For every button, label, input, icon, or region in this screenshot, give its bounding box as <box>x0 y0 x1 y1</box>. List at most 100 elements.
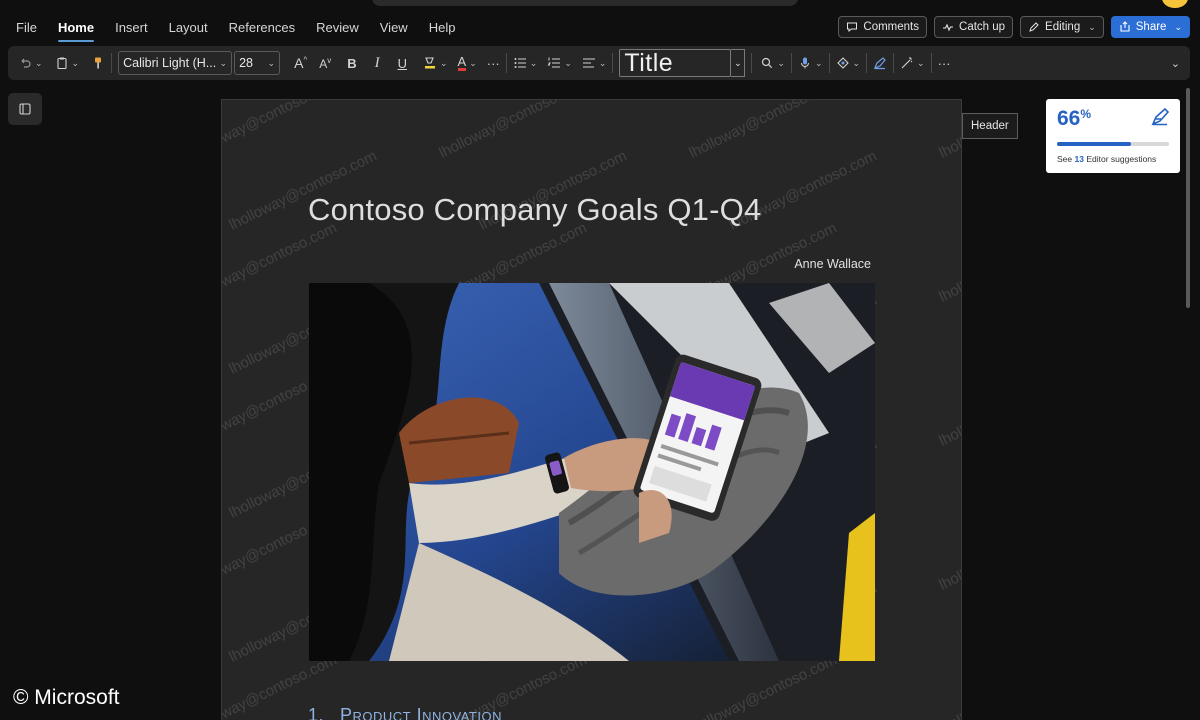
editor-score-card[interactable]: 66% See 13 Editor suggestions <box>1046 99 1180 173</box>
pulse-icon <box>943 23 954 32</box>
font-name-dropdown[interactable]: Calibri Light (H... ⌄ <box>118 51 233 75</box>
menu-home[interactable]: Home <box>57 14 95 42</box>
share-icon <box>1120 21 1130 32</box>
menu-help[interactable]: Help <box>429 14 456 42</box>
italic-button[interactable]: I <box>375 50 380 76</box>
watermark-text: lholloway@contoso.com <box>936 651 962 720</box>
catch-up-label: Catch up <box>959 21 1006 33</box>
editor-button[interactable] <box>873 50 887 76</box>
ribbon-separator <box>790 53 792 73</box>
menu-review[interactable]: Review <box>316 14 359 42</box>
more-options-button[interactable]: ··· <box>938 50 951 76</box>
ribbon-separator <box>505 53 507 73</box>
header-tag[interactable]: Header <box>962 113 1018 139</box>
top-right-actions: Comments Catch up Editing ⌄ Share ⌄ <box>838 16 1190 38</box>
menu-file[interactable]: File <box>16 14 37 42</box>
watermark-text: lholloway@contoso.com <box>221 99 340 162</box>
ribbon-separator <box>111 53 113 73</box>
sensitivity-button[interactable]: ⌄ <box>836 50 860 76</box>
bold-icon: B <box>347 55 357 71</box>
chevron-down-icon: ⌄ <box>917 57 925 68</box>
chevron-down-icon: ⌄ <box>814 57 823 68</box>
sensitivity-icon <box>836 57 849 69</box>
find-button[interactable]: ⌄ <box>760 50 785 76</box>
designer-button[interactable]: ⌄ <box>900 50 925 76</box>
grow-font-button[interactable]: A^ <box>294 50 307 76</box>
paste-button[interactable]: ⌄ <box>55 50 79 76</box>
shrink-font-button[interactable]: Av <box>319 50 331 76</box>
format-painter-button[interactable] <box>91 50 105 76</box>
clipboard-icon <box>56 57 67 70</box>
search-bar[interactable] <box>372 0 798 6</box>
person-phone-photo <box>309 283 875 661</box>
font-color-icon: A <box>457 53 467 71</box>
italic-icon: I <box>374 54 380 71</box>
undo-button[interactable]: ⌄ <box>18 50 43 76</box>
ribbon-separator <box>828 53 830 73</box>
menu-references[interactable]: References <box>229 14 295 42</box>
catch-up-button[interactable]: Catch up <box>934 16 1014 38</box>
share-button[interactable]: Share ⌄ <box>1110 16 1190 38</box>
magic-wand-icon <box>901 57 913 69</box>
chevron-down-icon: ⌄ <box>35 57 43 68</box>
menu-insert[interactable]: Insert <box>115 14 148 42</box>
format-painter-icon <box>95 57 102 69</box>
chevron-down-icon: ⌄ <box>529 57 538 68</box>
editing-label: Editing <box>1045 21 1081 33</box>
style-dropdown-button[interactable]: ⌄ <box>731 49 746 77</box>
numbered-list-icon <box>547 57 561 68</box>
menu-layout[interactable]: Layout <box>169 14 208 42</box>
document-page[interactable]: lholloway@contoso.com lholloway@contoso.c… <box>221 99 962 720</box>
editor-suggestion-count: 13 <box>1074 154 1084 164</box>
comments-button[interactable]: Comments <box>838 16 928 38</box>
watermark-text: lholloway@contoso.com <box>936 363 962 450</box>
align-button[interactable]: ⌄ <box>582 50 606 76</box>
chevron-down-icon: ⌄ <box>267 57 276 68</box>
menu-view[interactable]: View <box>380 14 408 42</box>
editing-mode-button[interactable]: Editing ⌄ <box>1020 16 1104 38</box>
ribbon-separator <box>751 53 753 73</box>
pencil-icon <box>1029 22 1039 32</box>
comments-label: Comments <box>863 21 920 33</box>
grow-font-icon: A^ <box>294 55 308 71</box>
more-font-options-button[interactable]: ··· <box>487 50 500 76</box>
editor-score-value: 66 <box>1057 107 1081 130</box>
editor-suggestions-text[interactable]: See 13 Editor suggestions <box>1057 154 1156 164</box>
section-title: Product Innovation <box>340 705 502 720</box>
microphone-icon <box>800 57 809 69</box>
editor-score: 66% <box>1057 107 1091 131</box>
watermark-text: lholloway@contoso.com <box>936 219 962 306</box>
bold-button[interactable]: B <box>347 50 356 76</box>
document-image[interactable] <box>309 283 875 661</box>
ellipsis-icon: ··· <box>937 55 951 71</box>
editor-pen-icon <box>1151 107 1170 126</box>
undo-icon <box>21 58 31 68</box>
vertical-scrollbar[interactable] <box>1186 88 1190 308</box>
font-color-button[interactable]: A ⌄ <box>457 50 477 76</box>
highlighter-icon <box>425 57 435 69</box>
document-title[interactable]: Contoso Company Goals Q1-Q4 <box>308 192 761 228</box>
bullets-button[interactable]: ⌄ <box>513 50 538 76</box>
style-gallery[interactable]: Title <box>619 49 732 77</box>
document-author[interactable]: Anne Wallace <box>794 257 871 271</box>
ribbon-toolbar: ⌄ ⌄ Calibri Light (H... ⌄ 28 ⌄ A^ Av B I… <box>8 46 1190 80</box>
section-heading[interactable]: 1. Product Innovation <box>308 705 502 720</box>
editor-score-unit: % <box>1080 107 1092 121</box>
ellipsis-icon: ··· <box>486 55 500 71</box>
editor-text-prefix: See <box>1057 154 1073 164</box>
align-left-icon <box>582 58 595 68</box>
ribbon-expand-button[interactable]: ⌄ <box>1171 50 1180 76</box>
highlight-button[interactable]: ⌄ <box>423 50 448 76</box>
ribbon-separator <box>612 53 614 73</box>
user-avatar[interactable] <box>1162 0 1188 8</box>
watermark-text: lholloway@contoso.com <box>436 99 590 162</box>
dictate-button[interactable]: ⌄ <box>798 50 823 76</box>
font-size-dropdown[interactable]: 28 ⌄ <box>234 51 281 75</box>
chevron-down-icon: ⌄ <box>1088 21 1096 32</box>
editor-pen-icon <box>873 57 886 70</box>
underline-button[interactable]: U <box>398 50 407 76</box>
navigation-pane-button[interactable] <box>8 93 42 125</box>
comment-icon <box>847 22 858 33</box>
chevron-down-icon: ⌄ <box>440 57 448 68</box>
numbering-button[interactable]: ⌄ <box>547 50 572 76</box>
